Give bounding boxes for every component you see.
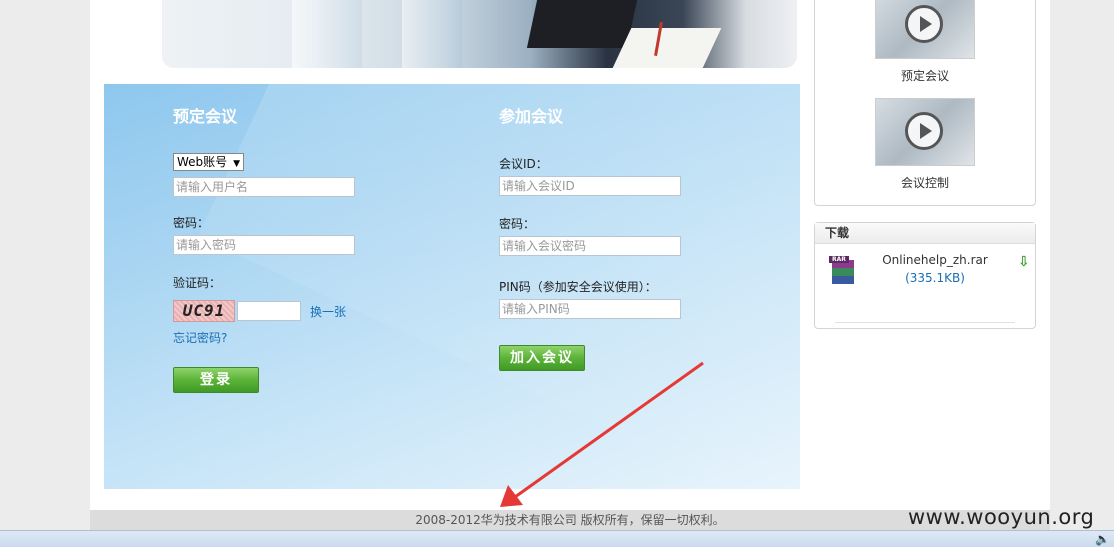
- password-label: 密码：: [173, 216, 210, 230]
- play-icon[interactable]: [905, 5, 943, 43]
- play-icon[interactable]: [905, 112, 943, 150]
- meeting-id-label: 会议ID：: [499, 157, 548, 171]
- dropdown-arrow-icon: ▼: [233, 159, 241, 169]
- rar-archive-icon: RAR: [829, 256, 859, 286]
- footer-copyright: 2008-2012华为技术有限公司 版权所有，保留一切权利。: [90, 510, 1050, 530]
- page: 预定会议 Web账号 ▼ 请输入用户名 密码： 请输入密码 验证码： UC91 换…: [0, 0, 1114, 547]
- book-meeting-video-thumbnail[interactable]: [875, 0, 975, 59]
- join-meeting-button[interactable]: 加入会议: [499, 345, 585, 371]
- forgot-password-link[interactable]: 忘记密码?: [173, 329, 227, 346]
- download-panel: 下载 RAR Onlinehelp_zh.rar (335.1KB) ⇩: [814, 222, 1036, 329]
- download-header: 下载: [815, 223, 1035, 244]
- browser-status-bar: 🔈: [0, 530, 1114, 547]
- login-button[interactable]: 登录: [173, 367, 259, 393]
- account-type-value: Web账号: [177, 155, 228, 169]
- download-file-link[interactable]: Onlinehelp_zh.rar: [875, 253, 995, 267]
- login-panel: 预定会议 Web账号 ▼ 请输入用户名 密码： 请输入密码 验证码： UC91 换…: [104, 84, 800, 489]
- download-arrow-icon[interactable]: ⇩: [1018, 254, 1030, 270]
- meeting-id-input[interactable]: 请输入会议ID: [499, 176, 681, 196]
- captcha-input[interactable]: [237, 301, 301, 321]
- speaker-icon[interactable]: 🔈: [1095, 531, 1110, 547]
- account-type-select[interactable]: Web账号 ▼: [173, 153, 245, 171]
- pin-label: PIN码（参加安全会议使用）：: [499, 280, 657, 294]
- username-input[interactable]: 请输入用户名: [173, 177, 355, 197]
- meeting-control-video-label[interactable]: 会议控制: [815, 174, 1035, 191]
- divider: [835, 322, 1015, 323]
- captcha-image: UC91: [173, 300, 235, 322]
- captcha-label: 验证码：: [173, 276, 222, 290]
- meeting-password-label: 密码：: [499, 217, 536, 231]
- book-meeting-title: 预定会议: [173, 107, 238, 126]
- meeting-password-input[interactable]: 请输入会议密码: [499, 236, 681, 256]
- book-meeting-video-label[interactable]: 预定会议: [815, 67, 1035, 84]
- pin-input[interactable]: 请输入PIN码: [499, 299, 681, 319]
- video-tutorials-panel: 预定会议 会议控制: [814, 0, 1036, 206]
- download-file-size: (335.1KB): [905, 271, 965, 285]
- meeting-control-video-thumbnail[interactable]: [875, 98, 975, 166]
- watermark: www.wooyun.org: [908, 505, 1095, 529]
- join-meeting-title: 参加会议: [499, 107, 564, 126]
- banner-image: [162, 0, 797, 68]
- password-input[interactable]: 请输入密码: [173, 235, 355, 255]
- refresh-captcha-link[interactable]: 换一张: [310, 303, 346, 320]
